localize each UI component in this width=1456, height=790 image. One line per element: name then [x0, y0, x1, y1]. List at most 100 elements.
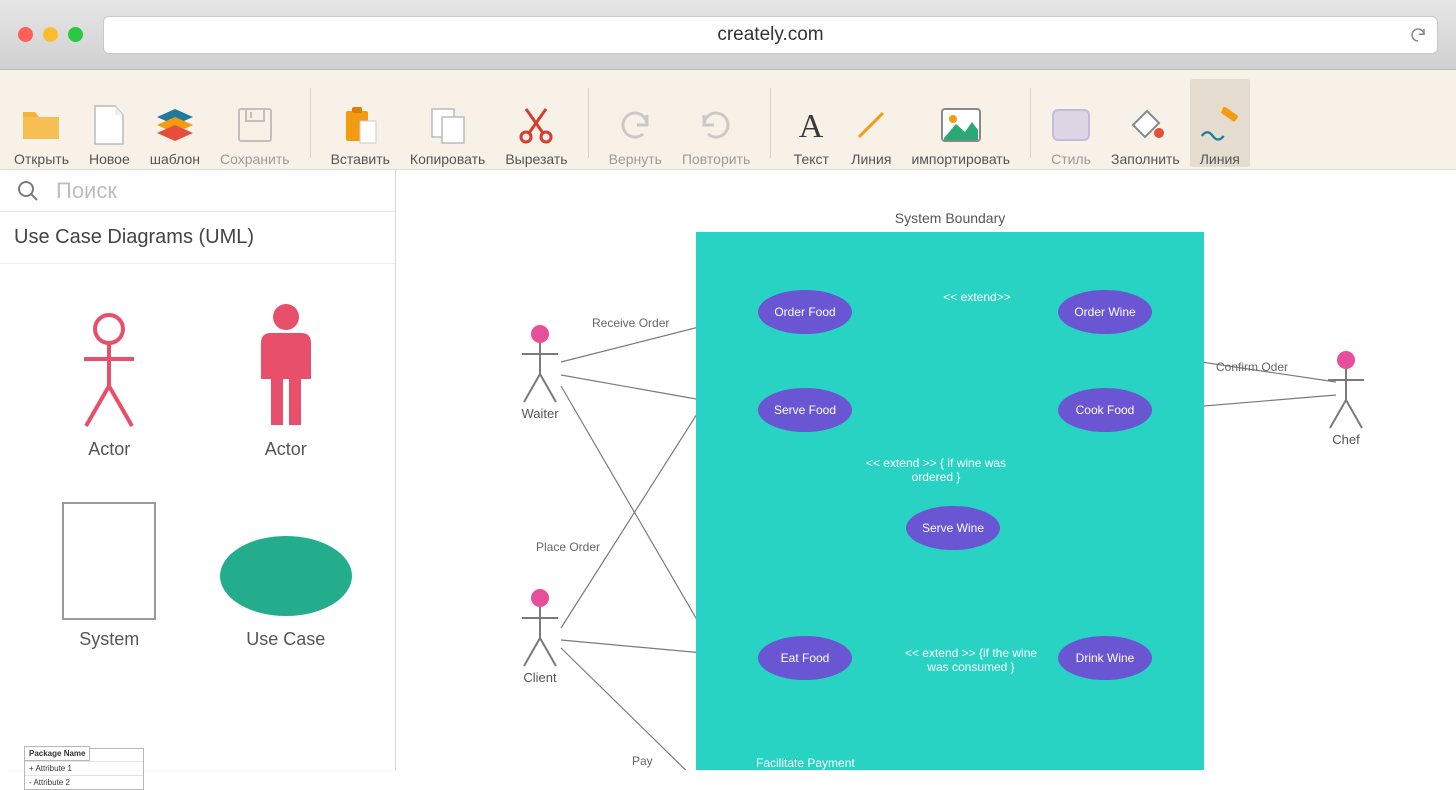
content-area: Use Case Diagrams (UML) Actor Actor Syst…: [0, 170, 1456, 770]
usecase-drink-wine[interactable]: Drink Wine: [1058, 636, 1152, 680]
main-toolbar: Открыть Новое шаблон Сохранить Вставить …: [0, 70, 1456, 170]
shape-actor-stick[interactable]: Actor: [24, 280, 195, 460]
edge-place-order: Place Order: [536, 540, 600, 554]
actor-waiter[interactable]: Waiter: [518, 324, 562, 421]
redo-icon: [696, 105, 736, 145]
search-row: [0, 170, 395, 212]
pencil-line-icon: [1200, 105, 1240, 145]
toolbar-label: Новое: [89, 151, 130, 167]
toolbar-label: Открыть: [14, 151, 69, 167]
copy-button[interactable]: Копировать: [400, 79, 495, 167]
text-icon: A: [791, 105, 831, 145]
shape-label: System: [79, 629, 139, 650]
system-boundary-label: System Boundary: [696, 210, 1204, 226]
save-button: Сохранить: [210, 79, 300, 167]
open-button[interactable]: Открыть: [4, 79, 79, 167]
package-attr: - Attribute 2: [25, 775, 143, 789]
window-controls: [18, 27, 83, 42]
actor-client[interactable]: Client: [518, 588, 562, 685]
toolbar-label: Вставить: [331, 151, 390, 167]
paste-button[interactable]: Вставить: [321, 79, 400, 167]
copy-icon: [428, 105, 468, 145]
edge-receive-order: Receive Order: [592, 316, 669, 330]
usecase-cook-food[interactable]: Cook Food: [1058, 388, 1152, 432]
new-file-icon: [89, 105, 129, 145]
layers-icon: [155, 105, 195, 145]
toolbar-separator: [770, 88, 771, 158]
actor-label: Waiter: [521, 406, 558, 421]
browser-titlebar: creately.com: [0, 0, 1456, 70]
diagram-canvas[interactable]: System Boundary Order Food Order Wine Se…: [396, 170, 1456, 770]
edge-facilitate-payment: Facilitate Payment: [756, 756, 855, 770]
line-tool-button[interactable]: Линия: [841, 79, 901, 167]
address-bar[interactable]: creately.com: [103, 16, 1438, 54]
line-icon: [851, 105, 891, 145]
shape-system[interactable]: System: [24, 470, 195, 650]
undo-button: Вернуть: [599, 79, 672, 167]
toolbar-label: Сохранить: [220, 151, 290, 167]
text-tool-button[interactable]: A Текст: [781, 79, 841, 167]
package-attr: + Attribute 1: [25, 761, 143, 775]
usecase-order-food[interactable]: Order Food: [758, 290, 852, 334]
edge-extend-2: << extend >> { if wine was ordered }: [856, 456, 1016, 484]
shape-palette: Actor Actor System Use Case: [0, 264, 395, 770]
toolbar-label: импортировать: [911, 151, 1010, 167]
style-swatch-icon: [1051, 105, 1091, 145]
template-button[interactable]: шаблон: [140, 79, 210, 167]
import-button[interactable]: импортировать: [901, 79, 1020, 167]
reload-icon[interactable]: [1409, 26, 1427, 44]
paint-bucket-icon: [1125, 105, 1165, 145]
toolbar-label: Линия: [1200, 151, 1240, 167]
new-button[interactable]: Новое: [79, 79, 140, 167]
edge-confirm-order: Confirm Oder: [1216, 360, 1288, 374]
shape-label: Use Case: [246, 629, 325, 650]
maximize-window-icon[interactable]: [68, 27, 83, 42]
actor-label: Client: [523, 670, 556, 685]
toolbar-label: Повторить: [682, 151, 750, 167]
toolbar-label: Текст: [794, 151, 829, 167]
actor-chef[interactable]: Chef: [1324, 350, 1368, 447]
toolbar-label: Вырезать: [505, 151, 567, 167]
undo-icon: [615, 105, 655, 145]
usecase-serve-wine[interactable]: Serve Wine: [906, 506, 1000, 550]
cut-button[interactable]: Вырезать: [495, 79, 577, 167]
url-text: creately.com: [717, 24, 823, 46]
save-icon: [235, 105, 275, 145]
image-icon: [941, 105, 981, 145]
toolbar-label: Заполнить: [1111, 151, 1180, 167]
fill-button[interactable]: Заполнить: [1101, 79, 1190, 167]
search-input[interactable]: [56, 178, 395, 204]
toolbar-separator: [588, 88, 589, 158]
toolbar-separator: [310, 88, 311, 158]
svg-text:A: A: [799, 108, 824, 143]
toolbar-label: Вернуть: [609, 151, 662, 167]
paste-icon: [340, 105, 380, 145]
edge-extend-3: << extend >> {if the wine was consumed }: [896, 646, 1046, 674]
edge-extend-1: << extend>>: [912, 290, 1042, 304]
usecase-serve-food[interactable]: Serve Food: [758, 388, 852, 432]
toolbar-label: шаблон: [150, 151, 200, 167]
shape-label: Actor: [88, 439, 130, 460]
actor-label: Chef: [1332, 432, 1359, 447]
shape-label: Actor: [265, 439, 307, 460]
edge-pay: Pay: [632, 754, 653, 768]
folder-icon: [21, 105, 61, 145]
usecase-order-wine[interactable]: Order Wine: [1058, 290, 1152, 334]
shape-usecase[interactable]: Use Case: [201, 470, 372, 650]
minimize-window-icon[interactable]: [43, 27, 58, 42]
palette-section-title: Use Case Diagrams (UML): [0, 212, 395, 264]
toolbar-label: Копировать: [410, 151, 485, 167]
line-style-button[interactable]: Линия: [1190, 79, 1250, 167]
package-title: Package Name: [24, 746, 90, 761]
toolbar-label: Стиль: [1051, 151, 1091, 167]
shape-package-preview[interactable]: Package Name + Attribute 1 - Attribute 2: [24, 748, 144, 790]
shapes-sidebar: Use Case Diagrams (UML) Actor Actor Syst…: [0, 170, 396, 770]
usecase-eat-food[interactable]: Eat Food: [758, 636, 852, 680]
redo-button: Повторить: [672, 79, 760, 167]
toolbar-separator: [1030, 88, 1031, 158]
style-button: Стиль: [1041, 79, 1101, 167]
shape-actor-solid[interactable]: Actor: [201, 280, 372, 460]
close-window-icon[interactable]: [18, 27, 33, 42]
toolbar-label: Линия: [851, 151, 891, 167]
search-icon: [0, 179, 56, 203]
